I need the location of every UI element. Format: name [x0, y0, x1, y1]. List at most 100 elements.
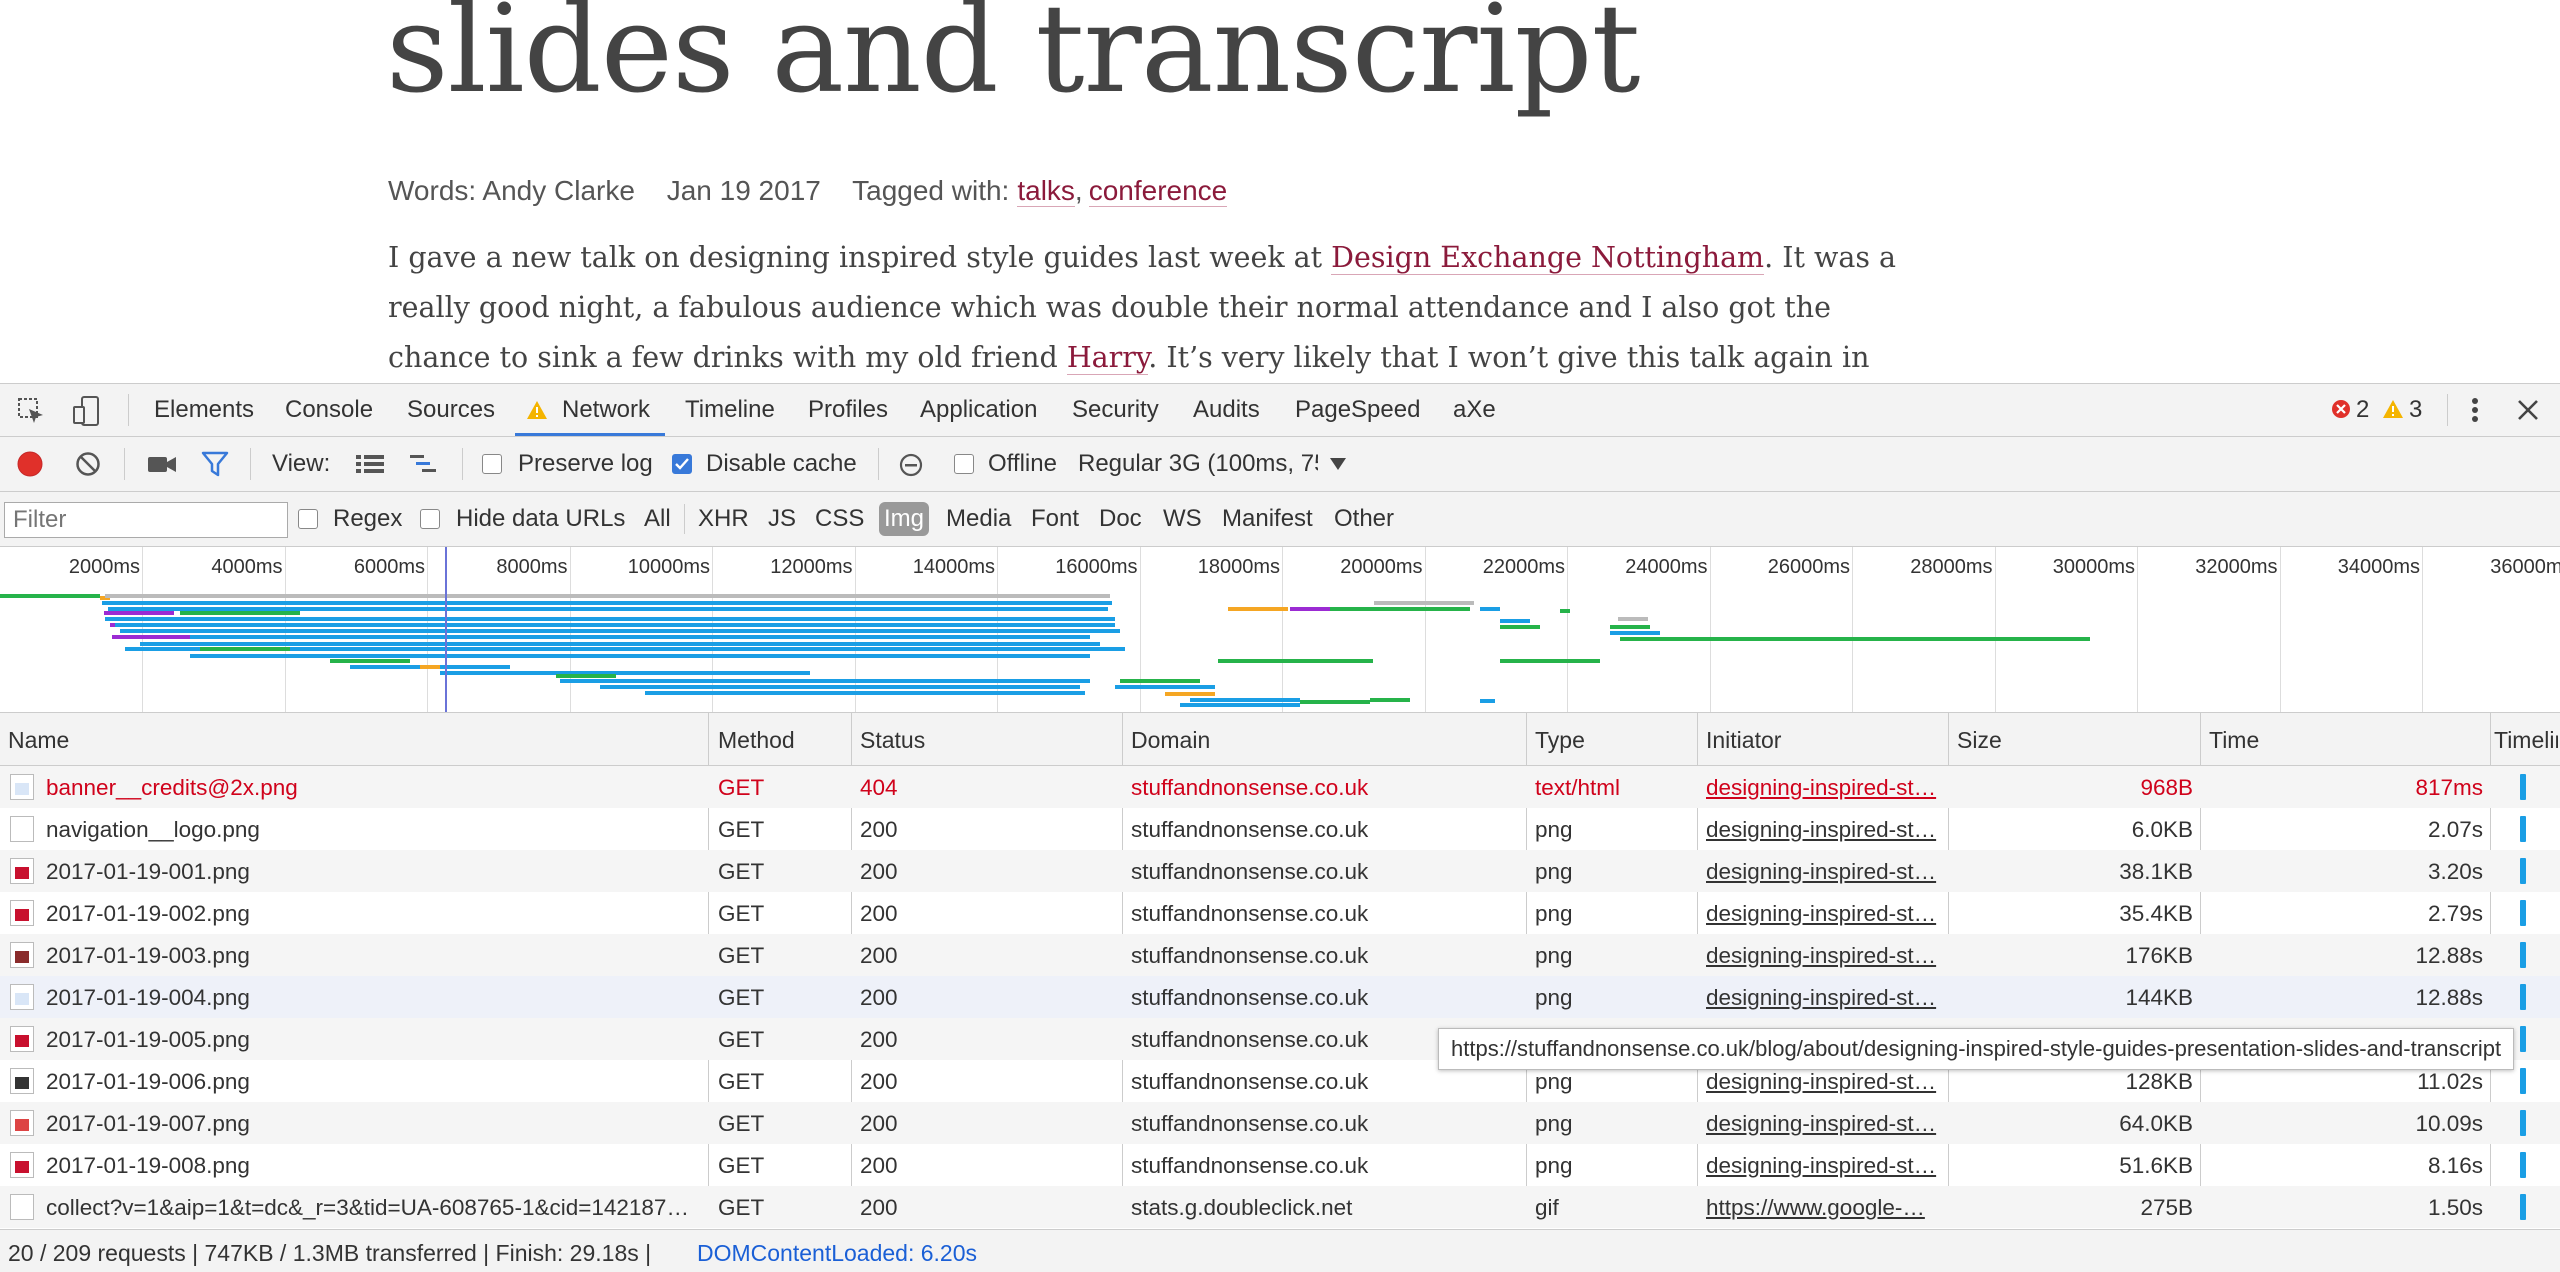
filter-type-manifest[interactable]: Manifest	[1222, 505, 1313, 533]
filter-type-css[interactable]: CSS	[815, 505, 864, 533]
filter-type-all[interactable]: All	[644, 505, 671, 533]
regex-checkbox[interactable]	[298, 509, 318, 529]
overview-tick-label: 4000ms	[177, 556, 283, 579]
filter-icon[interactable]	[200, 450, 230, 478]
cell-initiator[interactable]: https://www.google-…	[1706, 1195, 1942, 1221]
cell-initiator[interactable]: designing-inspired-st…	[1706, 1153, 1942, 1179]
cell-type: png	[1535, 1111, 1695, 1137]
filter-type-img[interactable]: Img	[879, 502, 929, 536]
cell-initiator[interactable]: designing-inspired-st…	[1706, 1069, 1942, 1095]
request-row[interactable]: 2017-01-19-008.pngGET200stuffandnonsense…	[0, 1144, 2560, 1186]
filter-type-js[interactable]: JS	[768, 505, 796, 533]
column-size[interactable]: Size	[1957, 727, 2002, 754]
tab-console[interactable]: Console	[285, 396, 373, 424]
filter-input[interactable]	[4, 502, 288, 538]
preserve-log-checkbox[interactable]	[482, 454, 502, 474]
cell-initiator[interactable]: designing-inspired-st…	[1706, 1111, 1942, 1137]
filter-type-font[interactable]: Font	[1031, 505, 1079, 533]
request-row[interactable]: banner__credits@2x.pngGET404stuffandnons…	[0, 766, 2560, 808]
tab-profiles[interactable]: Profiles	[808, 396, 888, 424]
filter-type-ws[interactable]: WS	[1163, 505, 1202, 533]
cell-time: 8.16s	[2209, 1153, 2483, 1179]
request-row[interactable]: 2017-01-19-007.pngGET200stuffandnonsense…	[0, 1102, 2560, 1144]
request-row[interactable]: collect?v=1&aip=1&t=dc&_r=3&tid=UA-60876…	[0, 1186, 2560, 1228]
filter-type-doc[interactable]: Doc	[1099, 505, 1142, 533]
warning-count[interactable]: 3	[2409, 396, 2422, 424]
hide-data-urls-checkbox[interactable]	[420, 509, 440, 529]
cell-method: GET	[718, 901, 848, 927]
column-name[interactable]: Name	[8, 727, 69, 754]
column-domain[interactable]: Domain	[1131, 727, 1210, 754]
list-view-icon[interactable]	[354, 451, 386, 477]
record-icon[interactable]	[16, 450, 44, 478]
cell-method: GET	[718, 1195, 848, 1221]
cell-initiator[interactable]: designing-inspired-st…	[1706, 901, 1942, 927]
cell-initiator[interactable]: designing-inspired-st…	[1706, 859, 1942, 885]
cell-name: banner__credits@2x.png	[46, 775, 696, 801]
cell-domain: stuffandnonsense.co.uk	[1131, 1111, 1521, 1137]
network-overview[interactable]: 2000ms4000ms6000ms8000ms10000ms12000ms14…	[0, 547, 2560, 713]
device-toolbar-icon[interactable]	[70, 394, 104, 428]
image-thumbnail-icon	[10, 858, 34, 884]
waterfall-view-icon[interactable]	[408, 451, 440, 477]
request-row[interactable]: navigation__logo.pngGET200stuffandnonsen…	[0, 808, 2560, 850]
tab-network[interactable]: Network	[562, 396, 650, 424]
tag-link-conference[interactable]: conference	[1089, 175, 1228, 207]
tab-application[interactable]: Application	[920, 396, 1037, 424]
warning-count-icon[interactable]	[2382, 399, 2404, 419]
harry-link[interactable]: Harry	[1067, 341, 1148, 375]
article-meta: Words: Andy Clarke Jan 19 2017 Tagged wi…	[388, 175, 1227, 207]
error-icon[interactable]	[2331, 399, 2351, 419]
cell-initiator[interactable]: designing-inspired-st…	[1706, 943, 1942, 969]
screenshot-camera-icon[interactable]	[146, 452, 178, 476]
tab-pagespeed[interactable]: PageSpeed	[1295, 396, 1420, 424]
cell-name: navigation__logo.png	[46, 817, 696, 843]
cell-domain: stuffandnonsense.co.uk	[1131, 1069, 1521, 1095]
filter-type-other[interactable]: Other	[1334, 505, 1394, 533]
overview-request-bar	[330, 659, 410, 663]
tag-link-talks[interactable]: talks	[1017, 175, 1075, 207]
dropdown-arrow-icon[interactable]	[1328, 455, 1348, 473]
timeline-bar	[2520, 1194, 2526, 1220]
offline-block-icon[interactable]	[898, 452, 924, 478]
offline-checkbox[interactable]	[954, 454, 974, 474]
cell-initiator[interactable]: designing-inspired-st…	[1706, 775, 1942, 801]
column-time[interactable]: Time	[2209, 727, 2259, 754]
throttle-select[interactable]: Regular 3G (100ms, 75	[1078, 450, 1318, 478]
column-type[interactable]: Type	[1535, 727, 1585, 754]
cell-initiator[interactable]: designing-inspired-st…	[1706, 817, 1942, 843]
overview-tick-label: 22000ms	[1459, 556, 1565, 579]
filter-type-xhr[interactable]: XHR	[698, 505, 749, 533]
cell-type: png	[1535, 901, 1695, 927]
active-tab-indicator	[515, 433, 665, 436]
cell-name: 2017-01-19-002.png	[46, 901, 696, 927]
overview-request-bar	[1374, 601, 1474, 605]
disable-cache-checkbox[interactable]	[672, 454, 692, 474]
tab-elements[interactable]: Elements	[154, 396, 254, 424]
design-exchange-link[interactable]: Design Exchange Nottingham	[1331, 241, 1764, 275]
tab-sources[interactable]: Sources	[407, 396, 495, 424]
inspect-element-icon[interactable]	[16, 396, 46, 426]
request-row[interactable]: 2017-01-19-003.pngGET200stuffandnonsense…	[0, 934, 2560, 976]
request-table-header: Name Method Status Domain Type Initiator…	[0, 713, 2560, 766]
tab-security[interactable]: Security	[1072, 396, 1159, 424]
request-row[interactable]: 2017-01-19-001.pngGET200stuffandnonsense…	[0, 850, 2560, 892]
clear-icon[interactable]	[74, 450, 102, 478]
tab-axe[interactable]: aXe	[1453, 396, 1496, 424]
close-icon[interactable]	[2512, 394, 2544, 426]
tab-audits[interactable]: Audits	[1193, 396, 1260, 424]
overview-tick-label: 20000ms	[1317, 556, 1423, 579]
overview-request-bar	[1190, 698, 1300, 702]
column-timeline[interactable]: Timelin	[2494, 727, 2558, 754]
error-count[interactable]: 2	[2356, 396, 2369, 424]
more-options-icon[interactable]	[2460, 394, 2490, 426]
cell-initiator[interactable]: designing-inspired-st…	[1706, 985, 1942, 1011]
tab-timeline[interactable]: Timeline	[685, 396, 775, 424]
request-row[interactable]: 2017-01-19-002.pngGET200stuffandnonsense…	[0, 892, 2560, 934]
column-initiator[interactable]: Initiator	[1706, 727, 1781, 754]
column-method[interactable]: Method	[718, 727, 795, 754]
request-row[interactable]: 2017-01-19-004.pngGET200stuffandnonsense…	[0, 976, 2560, 1018]
image-thumbnail-icon	[10, 984, 34, 1010]
column-status[interactable]: Status	[860, 727, 925, 754]
filter-type-media[interactable]: Media	[946, 505, 1011, 533]
